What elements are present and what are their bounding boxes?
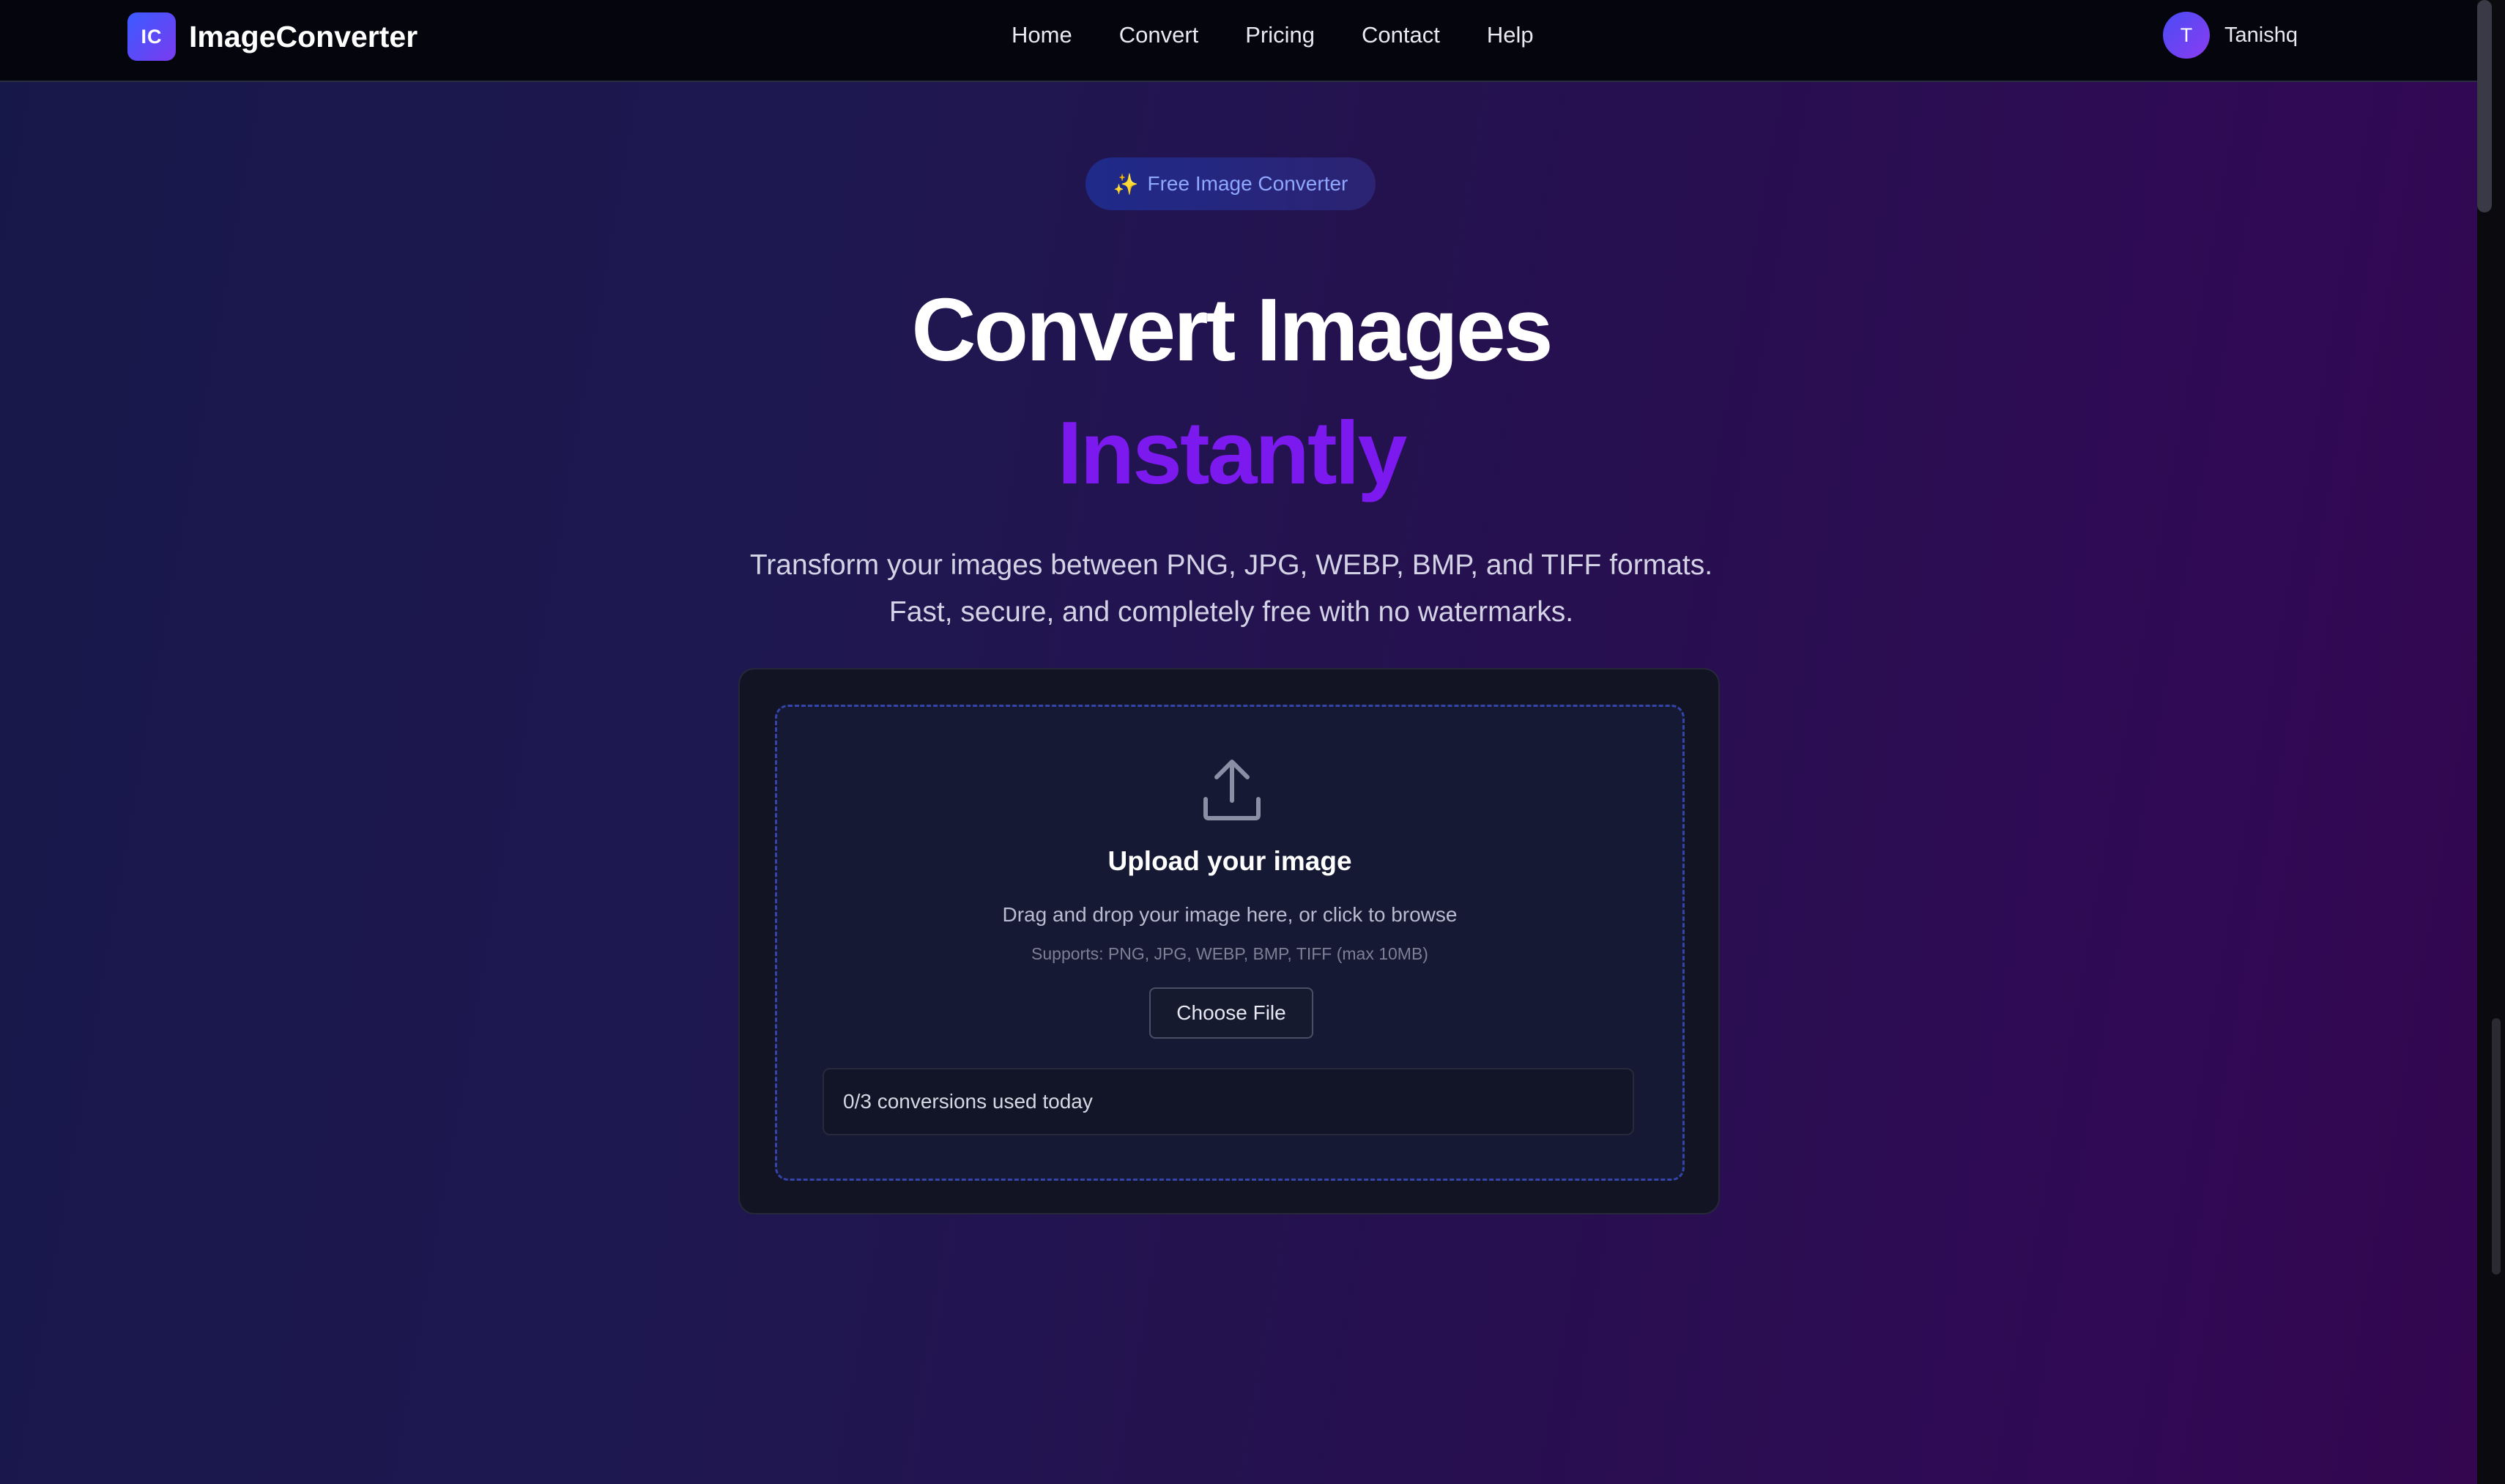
nav-link-pricing[interactable]: Pricing: [1245, 22, 1315, 48]
hero-subtitle: Transform your images between PNG, JPG, …: [0, 542, 2463, 636]
nav-link-help[interactable]: Help: [1487, 22, 1534, 48]
supported-formats: Supports: PNG, JPG, WEBP, BMP, TIFF (max…: [1031, 944, 1428, 963]
free-converter-badge: ✨ Free Image Converter: [1086, 157, 1376, 210]
user-name[interactable]: Tanishq: [2224, 23, 2298, 48]
nav-links: Home Convert Pricing Contact Help: [1012, 18, 1534, 52]
upload-card: Upload your image Drag and drop your ima…: [738, 668, 1720, 1214]
nav-link-contact[interactable]: Contact: [1362, 22, 1440, 48]
top-navbar: IC ImageConverter Home Convert Pricing C…: [0, 0, 2477, 82]
upload-icon: [1203, 760, 1261, 820]
hero-title-accent: Instantly: [1057, 403, 1408, 502]
upload-dropzone[interactable]: Upload your image Drag and drop your ima…: [775, 705, 1685, 1181]
hero-subtitle-line-2: Fast, secure, and completely free with n…: [888, 596, 1574, 628]
usage-counter: 0/3 conversions used today: [823, 1068, 1634, 1135]
logo-badge: IC: [127, 12, 176, 61]
sparkles-icon: ✨: [1113, 172, 1139, 196]
logo-text: ImageConverter: [189, 19, 418, 53]
hero-subtitle-line-1: Transform your images between PNG, JPG, …: [749, 549, 1713, 581]
outer-scrollbar-thumb[interactable]: [2492, 1018, 2501, 1275]
user-menu[interactable]: T Tanishq: [2163, 12, 2298, 59]
avatar[interactable]: T: [2163, 12, 2210, 59]
page-viewport: IC ImageConverter Home Convert Pricing C…: [0, 0, 2477, 1484]
scrollbar-thumb[interactable]: [2477, 0, 2492, 212]
logo[interactable]: IC ImageConverter: [127, 12, 417, 61]
scrollbar[interactable]: [2477, 0, 2505, 1484]
hero-title: Convert Images: [911, 280, 1553, 379]
badge-label: Free Image Converter: [1147, 172, 1348, 195]
upload-description: Drag and drop your image here, or click …: [1002, 903, 1458, 926]
choose-file-button[interactable]: Choose File: [1149, 987, 1313, 1039]
nav-link-convert[interactable]: Convert: [1119, 22, 1199, 48]
upload-title: Upload your image: [1107, 846, 1352, 876]
nav-link-home[interactable]: Home: [1012, 22, 1072, 48]
